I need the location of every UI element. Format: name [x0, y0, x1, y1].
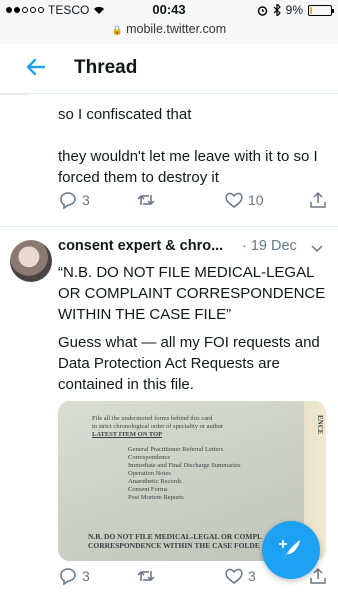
doc-line: Consent Forms — [128, 486, 168, 493]
doc-line: Post Mortem Reports — [128, 494, 184, 501]
heart-icon — [225, 568, 243, 584]
address-bar[interactable]: 🔒 mobile.twitter.com — [0, 22, 338, 36]
tweet-2-text-2: Guess what — all my FOI requests and Dat… — [58, 334, 320, 393]
doc-line: General Practitioner Referral Letters — [128, 446, 224, 453]
share-button[interactable] — [308, 190, 328, 210]
back-arrow-icon[interactable] — [24, 55, 48, 79]
tweet-date-text: 19 Dec — [250, 238, 297, 254]
doc-line: Correspondence — [128, 454, 171, 461]
tweet-1-line-3: they wouldn't let me leave with it to so… — [58, 148, 318, 186]
doc-line: File all the undermoted forms behind thi… — [92, 415, 213, 422]
reply-count: 3 — [82, 568, 90, 584]
doc-line: N.B. DO NOT FILE MEDICAL-LEGAL OR COMPL — [88, 532, 263, 541]
like-count: 3 — [248, 568, 256, 584]
doc-line: CORRESPONDENCE WITHIN THE CASE FOLDE — [88, 541, 260, 550]
compose-feather-icon — [279, 540, 300, 560]
like-button[interactable]: 3 — [224, 566, 256, 586]
like-count: 10 — [248, 192, 264, 208]
compose-tweet-button[interactable] — [262, 521, 320, 579]
doc-line: Operation Notes — [128, 470, 171, 477]
tweet-header: consent expert & chro... · 19 Dec — [58, 238, 330, 258]
avatar[interactable] — [10, 240, 52, 282]
like-button[interactable]: 10 — [224, 190, 264, 210]
reply-icon — [60, 192, 76, 210]
status-right: 9% — [257, 3, 334, 17]
retweet-button[interactable] — [136, 190, 156, 210]
app-header: Thread — [0, 44, 338, 94]
doc-line: LATEST ITEM ON TOP — [92, 431, 163, 438]
doc-line: Immediate and Final Discharge Summaries — [128, 462, 241, 469]
share-icon — [310, 192, 326, 208]
author-name[interactable]: consent expert & chro... — [58, 238, 223, 254]
chevron-down-icon[interactable] — [310, 241, 324, 255]
retweet-button[interactable] — [136, 566, 156, 586]
status-bar: TESCO 00:43 9% 🔒 mobile.twitter.com — [0, 0, 338, 44]
lock-icon: 🔒 — [111, 25, 124, 35]
reply-icon — [60, 568, 76, 586]
thread-line — [0, 94, 28, 95]
battery-level — [310, 6, 312, 14]
retweet-icon — [137, 571, 155, 581]
reply-button[interactable]: 3 — [58, 190, 90, 210]
tweet-divider — [0, 226, 338, 227]
doc-line: Anaesthetic Records — [128, 478, 182, 485]
tweet-1-line-1: so I confiscated that — [58, 106, 192, 123]
reply-count: 3 — [82, 192, 90, 208]
alarm-icon — [257, 5, 267, 16]
url-text: mobile.twitter.com — [126, 22, 227, 36]
battery-icon — [308, 4, 334, 16]
page-title: Thread — [74, 57, 138, 78]
tweet-2-text-1: “N.B. DO NOT FILE MEDICAL-LEGAL OR COMPL… — [58, 264, 326, 323]
battery-percent: 9% — [285, 3, 303, 17]
bluetooth-icon — [273, 4, 281, 16]
doc-line: in strict chronological order of special… — [92, 423, 224, 430]
reply-button[interactable]: 3 — [58, 566, 90, 586]
tweet-1-actions: 3 10 — [58, 190, 330, 212]
tweet-date[interactable]: · 19 Dec — [242, 238, 297, 254]
folder-tab-label: ENCE — [316, 415, 324, 435]
retweet-icon — [137, 195, 155, 205]
heart-icon — [225, 192, 243, 208]
